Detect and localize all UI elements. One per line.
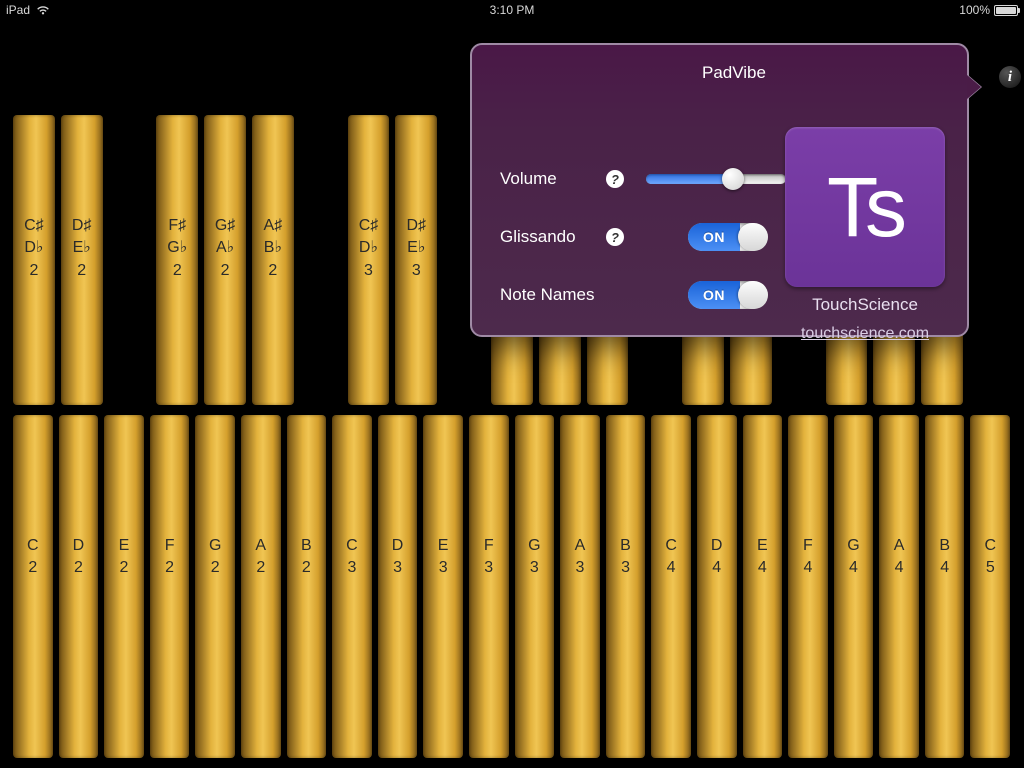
volume-label: Volume xyxy=(500,169,600,189)
natural-key[interactable]: C3 xyxy=(332,415,372,758)
natural-key[interactable]: G2 xyxy=(195,415,235,758)
key-label: G3 xyxy=(515,535,555,580)
key-label: C2 xyxy=(13,535,53,580)
sharp-key[interactable]: A♯B♭2 xyxy=(252,115,294,405)
brand-link[interactable]: touchscience.com xyxy=(785,325,945,343)
key-label: C♯D♭3 xyxy=(348,215,390,282)
sharp-key[interactable]: C♯D♭3 xyxy=(348,115,390,405)
key-label: C♯D♭2 xyxy=(13,215,55,282)
natural-key[interactable]: C4 xyxy=(651,415,691,758)
natural-key[interactable]: B2 xyxy=(287,415,327,758)
key-label: A3 xyxy=(560,535,600,580)
natural-key[interactable]: D2 xyxy=(59,415,99,758)
key-label: A2 xyxy=(241,535,281,580)
volume-row: Volume ? xyxy=(500,150,790,208)
help-icon[interactable]: ? xyxy=(606,170,624,188)
key-label: D♯E♭2 xyxy=(61,215,103,282)
natural-row: C2D2E2F2G2A2B2C3D3E3F3G3A3B3C4D4E4F4G4A4… xyxy=(10,415,1014,758)
natural-key[interactable]: D3 xyxy=(378,415,418,758)
glissando-label: Glissando xyxy=(500,227,600,247)
natural-key[interactable]: F3 xyxy=(469,415,509,758)
glissando-row: Glissando ? ON xyxy=(500,208,790,266)
natural-key[interactable]: F4 xyxy=(788,415,828,758)
natural-key[interactable]: E2 xyxy=(104,415,144,758)
settings-popover: PadVibe Volume ? Glissando ? ON Note Nam… xyxy=(470,43,969,337)
key-label: B3 xyxy=(606,535,646,580)
status-bar: iPad 3:10 PM 100% xyxy=(0,0,1024,20)
sharp-key[interactable]: D♯E♭3 xyxy=(395,115,437,405)
popover-title: PadVibe xyxy=(472,45,967,89)
brand-name: TouchScience xyxy=(785,295,945,315)
natural-key[interactable]: C5 xyxy=(970,415,1010,758)
sharp-key[interactable]: C♯D♭2 xyxy=(13,115,55,405)
natural-key[interactable]: C2 xyxy=(13,415,53,758)
sharp-key[interactable]: G♯A♭2 xyxy=(204,115,246,405)
battery-text: 100% xyxy=(959,3,990,17)
key-label: F2 xyxy=(150,535,190,580)
glissando-switch[interactable]: ON xyxy=(688,223,768,251)
key-label: A♯B♭2 xyxy=(252,215,294,282)
key-label: D2 xyxy=(59,535,99,580)
key-label: E3 xyxy=(423,535,463,580)
key-label: B4 xyxy=(925,535,965,580)
key-label: D♯E♭3 xyxy=(395,215,437,282)
battery-icon xyxy=(994,5,1018,16)
key-label: F4 xyxy=(788,535,828,580)
brand-tile[interactable]: Ts xyxy=(785,127,945,287)
key-label: C4 xyxy=(651,535,691,580)
key-label: E4 xyxy=(743,535,783,580)
info-button[interactable]: i xyxy=(999,66,1021,88)
natural-key[interactable]: B3 xyxy=(606,415,646,758)
natural-key[interactable]: A4 xyxy=(879,415,919,758)
natural-key[interactable]: F2 xyxy=(150,415,190,758)
clock: 3:10 PM xyxy=(0,3,1024,17)
key-label: C5 xyxy=(970,535,1010,580)
key-label: F3 xyxy=(469,535,509,580)
natural-key[interactable]: G4 xyxy=(834,415,874,758)
popover-caret xyxy=(967,75,981,99)
key-label: G♯A♭2 xyxy=(204,215,246,282)
key-label: G4 xyxy=(834,535,874,580)
key-label: D3 xyxy=(378,535,418,580)
natural-key[interactable]: E3 xyxy=(423,415,463,758)
natural-key[interactable]: B4 xyxy=(925,415,965,758)
key-label: A4 xyxy=(879,535,919,580)
notenames-switch[interactable]: ON xyxy=(688,281,768,309)
volume-slider[interactable] xyxy=(646,174,786,184)
help-icon[interactable]: ? xyxy=(606,228,624,246)
notenames-label: Note Names xyxy=(500,285,600,305)
key-label: E2 xyxy=(104,535,144,580)
key-label: F♯G♭2 xyxy=(156,215,198,282)
key-label: D4 xyxy=(697,535,737,580)
key-label: B2 xyxy=(287,535,327,580)
sharp-key[interactable]: D♯E♭2 xyxy=(61,115,103,405)
sharp-key[interactable]: F♯G♭2 xyxy=(156,115,198,405)
natural-key[interactable]: D4 xyxy=(697,415,737,758)
key-label: G2 xyxy=(195,535,235,580)
brand-block: Ts TouchScience touchscience.com xyxy=(785,127,945,343)
natural-key[interactable]: G3 xyxy=(515,415,555,758)
natural-key[interactable]: A3 xyxy=(560,415,600,758)
natural-key[interactable]: E4 xyxy=(743,415,783,758)
notenames-row: Note Names ON xyxy=(500,266,790,324)
key-label: C3 xyxy=(332,535,372,580)
natural-key[interactable]: A2 xyxy=(241,415,281,758)
brand-monogram: Ts xyxy=(827,159,903,256)
